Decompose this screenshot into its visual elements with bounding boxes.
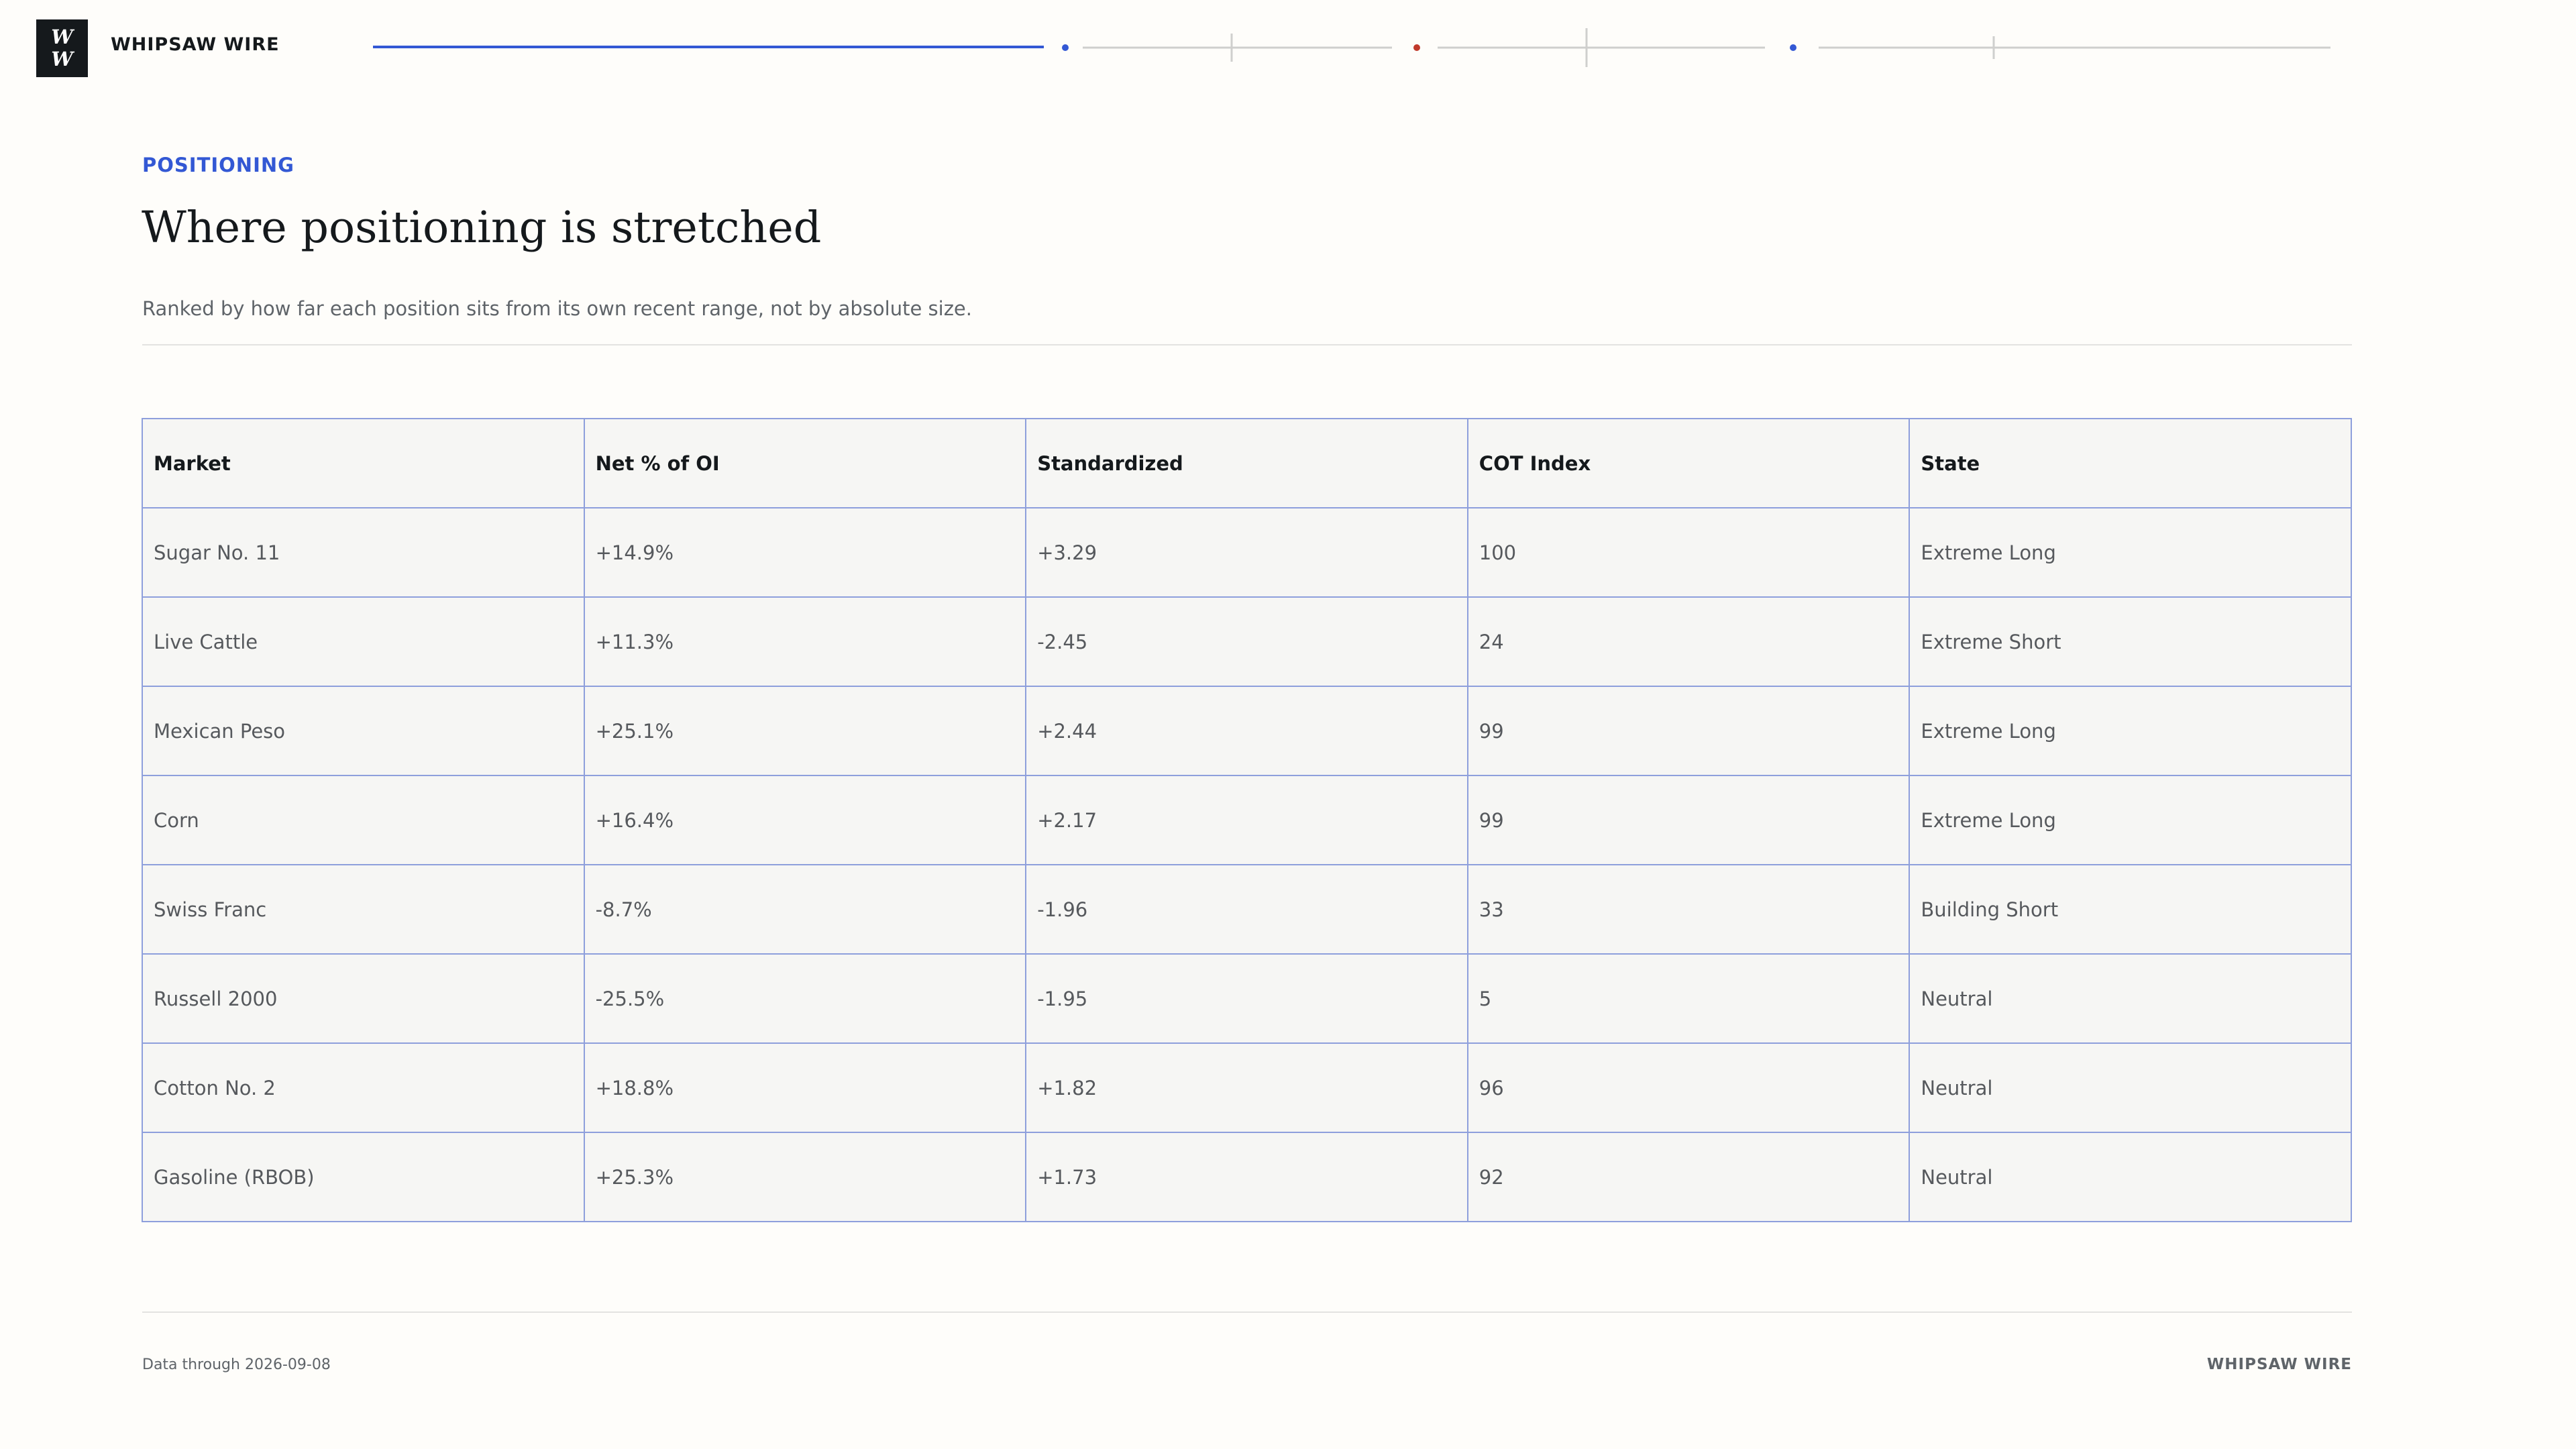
cell-net-oi: +25.3% bbox=[583, 1132, 1027, 1222]
cell-standardized: -2.45 bbox=[1025, 596, 1468, 687]
progress-track bbox=[373, 28, 2330, 67]
cell-market: Sugar No. 11 bbox=[142, 507, 585, 598]
positioning-table: Market Net % of OI Standardized COT Inde… bbox=[142, 418, 2352, 1222]
cell-cot-index: 5 bbox=[1466, 953, 1911, 1044]
table-row: Sugar No. 11 +14.9% +3.29 100 Extreme Lo… bbox=[142, 507, 2352, 598]
cell-cot-index: 33 bbox=[1466, 864, 1911, 955]
cell-cot-index: 24 bbox=[1466, 596, 1911, 687]
cell-market: Mexican Peso bbox=[142, 686, 585, 776]
table-row: Corn +16.4% +2.17 99 Extreme Long bbox=[142, 775, 2352, 865]
cell-cot-index: 96 bbox=[1466, 1042, 1911, 1133]
column-header-state: State bbox=[1909, 418, 2352, 508]
section-label: POSITIONING bbox=[142, 154, 294, 176]
cell-state: Extreme Long bbox=[1909, 775, 2352, 865]
cell-state: Building Short bbox=[1909, 864, 2352, 955]
cell-state: Extreme Long bbox=[1909, 507, 2352, 598]
cell-state: Neutral bbox=[1909, 953, 2352, 1044]
page: W W WHIPSAW WIRE POSITIONING Where posit… bbox=[0, 0, 2576, 1449]
cell-net-oi: -8.7% bbox=[583, 864, 1027, 955]
cell-state: Neutral bbox=[1909, 1042, 2352, 1133]
cell-market: Swiss Franc bbox=[142, 864, 585, 955]
cell-cot-index: 100 bbox=[1466, 507, 1911, 598]
table-row: Russell 2000 -25.5% -1.95 5 Neutral bbox=[142, 953, 2352, 1044]
cell-standardized: +2.17 bbox=[1025, 775, 1468, 865]
header-divider bbox=[142, 344, 2352, 345]
table-row: Gasoline (RBOB) +25.3% +1.73 92 Neutral bbox=[142, 1132, 2352, 1222]
cell-net-oi: +11.3% bbox=[583, 596, 1027, 687]
cell-state: Extreme Long bbox=[1909, 686, 2352, 776]
page-subtitle: Ranked by how far each position sits fro… bbox=[142, 297, 972, 320]
cell-standardized: +2.44 bbox=[1025, 686, 1468, 776]
progress-alert-dot[interactable] bbox=[1413, 44, 1420, 51]
table-row: Mexican Peso +25.1% +2.44 99 Extreme Lon… bbox=[142, 686, 2352, 776]
cell-market: Russell 2000 bbox=[142, 953, 585, 1044]
page-title: Where positioning is stretched bbox=[142, 203, 822, 253]
cell-market: Cotton No. 2 bbox=[142, 1042, 585, 1133]
progress-marker-dot[interactable] bbox=[1062, 44, 1069, 51]
footer-brand: WHIPSAW WIRE bbox=[2206, 1356, 2352, 1373]
cell-state: Extreme Short bbox=[1909, 596, 2352, 687]
cell-market: Gasoline (RBOB) bbox=[142, 1132, 585, 1222]
table-row: Cotton No. 2 +18.8% +1.82 96 Neutral bbox=[142, 1042, 2352, 1133]
data-date-note: Data through 2026-09-08 bbox=[142, 1356, 331, 1373]
cell-market: Corn bbox=[142, 775, 585, 865]
column-header-standardized: Standardized bbox=[1025, 418, 1468, 508]
cell-net-oi: +16.4% bbox=[583, 775, 1027, 865]
column-header-net-oi: Net % of OI bbox=[583, 418, 1027, 508]
cell-cot-index: 92 bbox=[1466, 1132, 1911, 1222]
table-row: Swiss Franc -8.7% -1.96 33 Building Shor… bbox=[142, 864, 2352, 955]
cell-state: Neutral bbox=[1909, 1132, 2352, 1222]
progress-marker-dot[interactable] bbox=[1790, 44, 1796, 51]
cell-market: Live Cattle bbox=[142, 596, 585, 687]
table-row: Live Cattle +11.3% -2.45 24 Extreme Shor… bbox=[142, 596, 2352, 687]
column-header-market: Market bbox=[142, 418, 585, 508]
cell-net-oi: +25.1% bbox=[583, 686, 1027, 776]
cell-cot-index: 99 bbox=[1466, 686, 1911, 776]
footer-divider bbox=[142, 1311, 2352, 1313]
cell-standardized: +3.29 bbox=[1025, 507, 1468, 598]
table-header-row: Market Net % of OI Standardized COT Inde… bbox=[142, 418, 2352, 508]
cell-standardized: -1.95 bbox=[1025, 953, 1468, 1044]
cell-standardized: +1.82 bbox=[1025, 1042, 1468, 1133]
cell-net-oi: +18.8% bbox=[583, 1042, 1027, 1133]
cell-net-oi: -25.5% bbox=[583, 953, 1027, 1044]
cell-cot-index: 99 bbox=[1466, 775, 1911, 865]
cell-net-oi: +14.9% bbox=[583, 507, 1027, 598]
column-header-cot-index: COT Index bbox=[1466, 418, 1911, 508]
cell-standardized: -1.96 bbox=[1025, 864, 1468, 955]
cell-standardized: +1.73 bbox=[1025, 1132, 1468, 1222]
